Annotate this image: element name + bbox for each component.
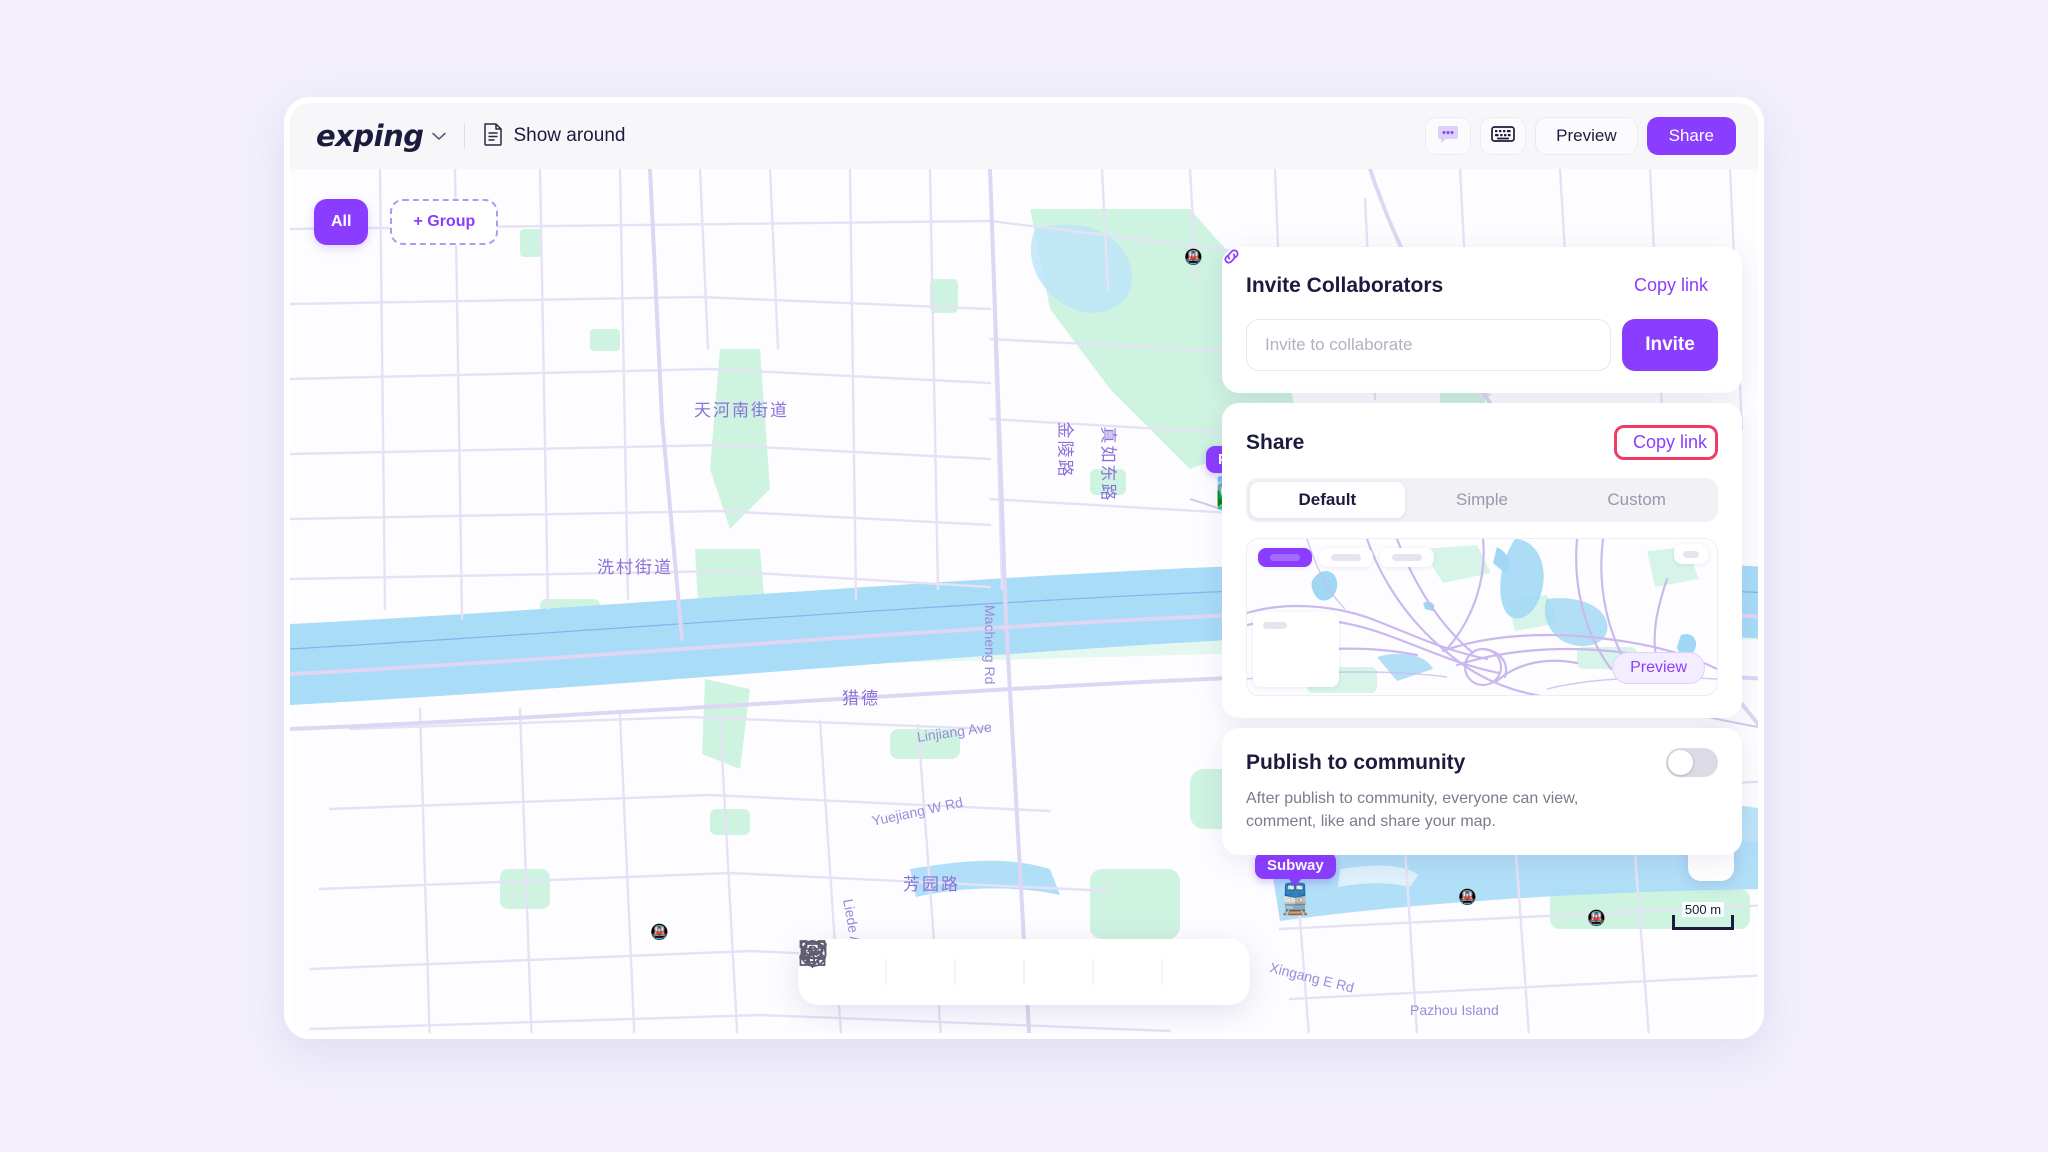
tab-custom[interactable]: Custom — [1559, 482, 1714, 518]
preview-button[interactable]: Preview — [1535, 117, 1638, 155]
train-station-icon: 🚇 — [1458, 889, 1477, 906]
comment-dots-icon — [1437, 124, 1459, 149]
thumb-panel — [1253, 612, 1339, 687]
publish-community-card: Publish to community After publish to co… — [1222, 728, 1742, 856]
invite-submit-button[interactable]: Invite — [1622, 319, 1718, 371]
app-header: exping Show around Preview Share — [290, 103, 1758, 169]
thumb-chip-bar — [1270, 554, 1300, 561]
invite-copy-link-label: Copy link — [1633, 275, 1708, 295]
thumb-chip-bar — [1683, 550, 1699, 558]
tool-route-button[interactable] — [799, 940, 948, 999]
invite-card-header: Invite Collaborators Copy link — [1224, 249, 1718, 302]
tab-default[interactable]: Default — [1250, 482, 1405, 518]
train-station-icon: 🚇 — [1184, 249, 1203, 266]
share-card: Share Copy link Default Simple Custom Pr… — [1222, 249, 1742, 718]
thumbnail-preview-button[interactable]: Preview — [1612, 652, 1705, 684]
tool-image-button[interactable] — [800, 941, 1155, 999]
map-tool-dock — [798, 939, 1250, 1005]
header-divider — [464, 124, 466, 148]
publish-description: After publish to community, everyone can… — [1246, 790, 1579, 830]
share-button[interactable]: Share — [1646, 117, 1736, 155]
group-filter-bar: All + Group — [314, 199, 499, 245]
share-panel: Invite Collaborators Copy link Invite to… — [1222, 247, 1742, 856]
dock-divider — [954, 959, 956, 985]
document-title-text: Show around — [513, 125, 626, 146]
tab-simple[interactable]: Simple — [1405, 482, 1560, 518]
scale-label: 500 m — [1681, 902, 1725, 917]
chevron-down-icon[interactable] — [432, 129, 447, 143]
group-chip-all[interactable]: All — [314, 199, 369, 245]
toggle-knob — [1668, 750, 1693, 775]
thumb-chip-right — [1674, 544, 1708, 564]
tool-style-button[interactable] — [800, 941, 1224, 999]
share-title: Share — [1246, 430, 1305, 454]
invite-copy-link-button[interactable]: Copy link — [1224, 249, 1718, 302]
subway-marker-icon: 🚆 — [1276, 883, 1315, 916]
dock-divider — [1161, 959, 1163, 985]
dock-divider — [885, 959, 887, 985]
keyboard-shortcuts-button[interactable] — [1480, 117, 1527, 155]
comments-button[interactable] — [1425, 117, 1472, 155]
share-copy-link-button[interactable]: Copy link — [1224, 249, 1718, 460]
invite-title: Invite Collaborators — [1246, 273, 1444, 297]
train-station-icon: 🚇 — [1587, 910, 1606, 927]
add-group-button[interactable]: + Group — [390, 199, 499, 245]
keyboard-icon — [1491, 125, 1516, 148]
invite-input-row: Invite — [1246, 319, 1718, 371]
brand-menu[interactable]: exping — [316, 119, 447, 153]
tool-sticker-button[interactable] — [800, 941, 1086, 999]
brand-logo: exping — [316, 119, 424, 153]
header-actions: Preview Share — [1425, 117, 1736, 155]
app-window: exping Show around Preview Share All + G… — [284, 97, 1764, 1039]
thumb-chip — [1380, 548, 1434, 567]
map-marker-subway[interactable]: Subway 🚆 — [1255, 852, 1336, 915]
dock-divider — [1092, 959, 1094, 985]
document-icon — [483, 122, 503, 151]
share-style-tabs: Default Simple Custom — [1246, 478, 1718, 522]
thumb-chip-bar — [1392, 554, 1422, 561]
tool-pin-button[interactable] — [802, 940, 879, 999]
document-title[interactable]: Show around — [483, 122, 625, 151]
map-canvas[interactable]: All + Group 天河南街道金陵路真如东路洗村街道天河区天园街道员村街道猎… — [290, 169, 1758, 1033]
train-station-icon: 🚇 — [650, 924, 669, 941]
thumb-chip-bar — [1331, 554, 1361, 561]
invite-email-input[interactable] — [1246, 319, 1611, 371]
publish-title: Publish to community — [1246, 750, 1466, 774]
marker-label: Subway — [1255, 852, 1336, 879]
share-preview-thumbnail[interactable]: Preview — [1246, 538, 1718, 696]
thumb-chip — [1319, 548, 1373, 567]
share-copy-link-label: Copy link — [1632, 432, 1707, 452]
map-scale-bar: 500 m — [1672, 902, 1734, 930]
invite-collaborators-card: Invite Collaborators Copy link Invite to… — [1222, 247, 1742, 393]
publish-card-header: Publish to community — [1246, 748, 1718, 777]
publish-toggle[interactable] — [1666, 748, 1718, 777]
thumb-panel-bar — [1263, 622, 1287, 629]
dock-divider — [1023, 959, 1025, 985]
share-card-header: Share Copy link — [1224, 249, 1718, 460]
thumb-chip-active — [1258, 548, 1312, 567]
tool-area-button[interactable] — [799, 940, 1017, 999]
